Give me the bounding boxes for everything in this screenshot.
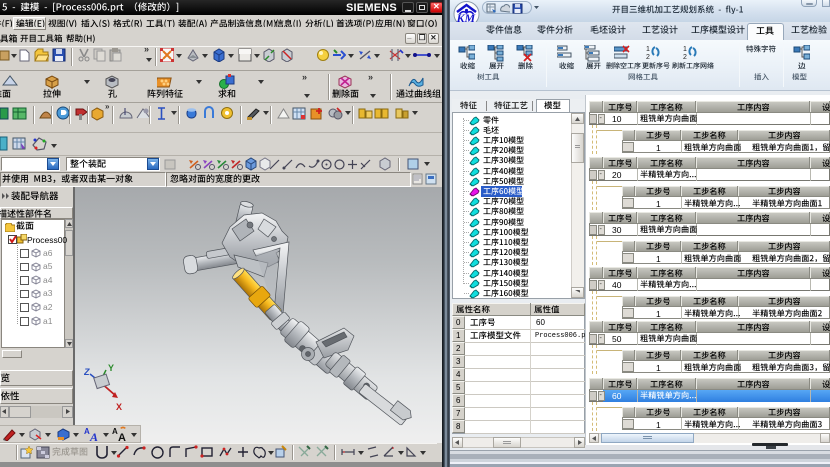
svg-text:A: A [118,432,126,442]
svg-text:A: A [89,430,98,442]
svg-text:Z: Z [84,367,90,377]
svg-text:2: 2 [646,54,650,61]
svg-text:2: 2 [683,54,687,61]
svg-text:Y: Y [108,363,114,373]
svg-text:1: 1 [683,46,687,53]
svg-text:1: 1 [646,46,650,53]
svg-text:X: X [116,402,122,412]
